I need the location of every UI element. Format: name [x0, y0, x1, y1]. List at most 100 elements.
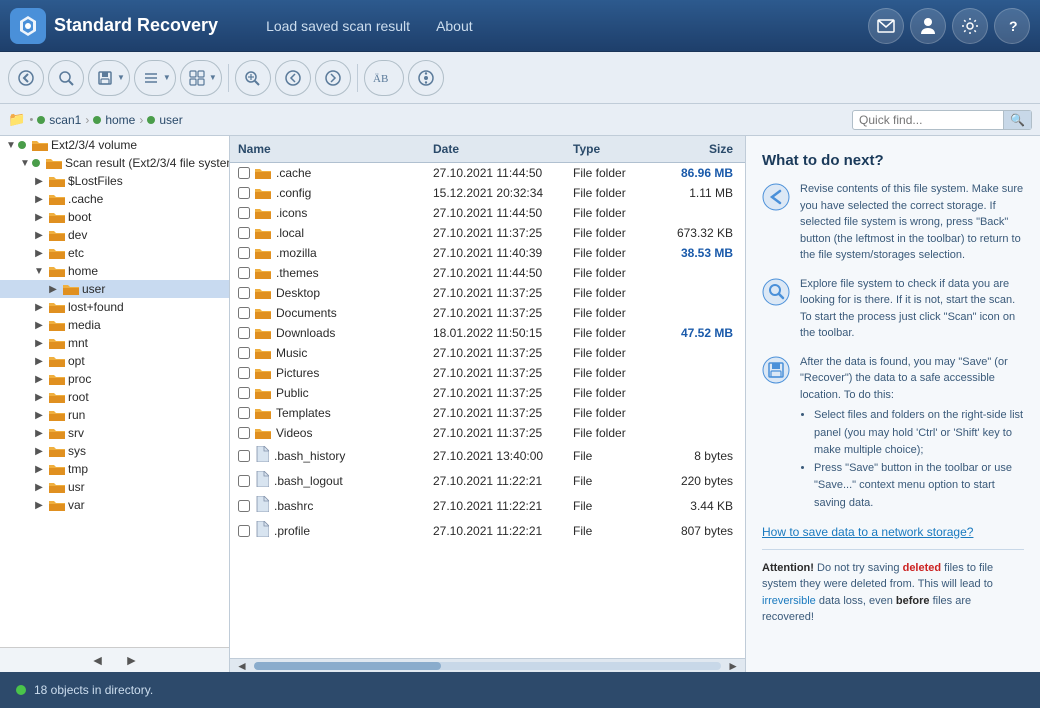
- tree-item-ext234-volume[interactable]: ▼ Ext2/3/4 volume: [0, 136, 229, 154]
- more-options-button[interactable]: [408, 60, 444, 96]
- breadcrumb-scan1[interactable]: scan1: [49, 113, 81, 127]
- file-row[interactable]: Public27.10.2021 11:37:25File folder: [230, 383, 745, 403]
- tree-item-proc[interactable]: ▶ proc: [0, 370, 229, 388]
- file-checkbox[interactable]: [238, 167, 250, 179]
- file-row[interactable]: Music27.10.2021 11:37:25File folder: [230, 343, 745, 363]
- file-checkbox[interactable]: [238, 525, 250, 537]
- network-storage-link[interactable]: How to save data to a network storage?: [762, 525, 973, 539]
- tree-expand-boot[interactable]: ▶: [32, 210, 46, 224]
- tree-item-srv[interactable]: ▶ srv: [0, 424, 229, 442]
- tree-item-home[interactable]: ▼ home: [0, 262, 229, 280]
- back-button[interactable]: [8, 60, 44, 96]
- tree-item-cache[interactable]: ▶ .cache: [0, 190, 229, 208]
- settings-button[interactable]: [952, 8, 988, 44]
- find-button[interactable]: [235, 60, 271, 96]
- nav-load-scan[interactable]: Load saved scan result: [258, 14, 418, 38]
- tree-expand-scan-result[interactable]: ▼: [18, 156, 32, 170]
- col-header-size[interactable]: Size: [655, 140, 745, 158]
- tree-expand-mnt[interactable]: ▶: [32, 336, 46, 350]
- file-row[interactable]: Desktop27.10.2021 11:37:25File folder: [230, 283, 745, 303]
- nav-about[interactable]: About: [428, 14, 481, 38]
- tree-item-media[interactable]: ▶ media: [0, 316, 229, 334]
- file-row[interactable]: .icons27.10.2021 11:44:50File folder: [230, 203, 745, 223]
- preview-button[interactable]: ▼: [180, 60, 222, 96]
- tree-item-boot[interactable]: ▶ boot: [0, 208, 229, 226]
- file-checkbox[interactable]: [238, 207, 250, 219]
- tree-item-root[interactable]: ▶ root: [0, 388, 229, 406]
- tree-item-usr[interactable]: ▶ usr: [0, 478, 229, 496]
- tree-expand-cache[interactable]: ▶: [32, 192, 46, 206]
- tree-expand-lost-files[interactable]: ▶: [32, 174, 46, 188]
- tree-expand-root[interactable]: ▶: [32, 390, 46, 404]
- tree-item-mnt[interactable]: ▶ mnt: [0, 334, 229, 352]
- file-checkbox[interactable]: [238, 450, 250, 462]
- tree-item-tmp[interactable]: ▶ tmp: [0, 460, 229, 478]
- col-header-type[interactable]: Type: [565, 140, 655, 158]
- file-checkbox[interactable]: [238, 475, 250, 487]
- file-row[interactable]: .profile27.10.2021 11:22:21File807 bytes: [230, 518, 745, 543]
- file-checkbox[interactable]: [238, 307, 250, 319]
- file-row[interactable]: .mozilla27.10.2021 11:40:39File folder38…: [230, 243, 745, 263]
- tree-item-opt[interactable]: ▶ opt: [0, 352, 229, 370]
- tree-expand-srv[interactable]: ▶: [32, 426, 46, 440]
- file-row[interactable]: .bashrc27.10.2021 11:22:21File3.44 KB: [230, 493, 745, 518]
- tree-item-user[interactable]: ▶ user: [0, 280, 229, 298]
- file-row[interactable]: Templates27.10.2021 11:37:25File folder: [230, 403, 745, 423]
- tree-expand-tmp[interactable]: ▶: [32, 462, 46, 476]
- file-row[interactable]: Videos27.10.2021 11:37:25File folder: [230, 423, 745, 443]
- account-button[interactable]: [910, 8, 946, 44]
- tree-expand-sys[interactable]: ▶: [32, 444, 46, 458]
- file-checkbox[interactable]: [238, 267, 250, 279]
- tree-expand-dev[interactable]: ▶: [32, 228, 46, 242]
- file-row[interactable]: .local27.10.2021 11:37:25File folder673.…: [230, 223, 745, 243]
- file-row[interactable]: Pictures27.10.2021 11:37:25File folder: [230, 363, 745, 383]
- tree-expand-usr[interactable]: ▶: [32, 480, 46, 494]
- file-checkbox[interactable]: [238, 327, 250, 339]
- save-button[interactable]: ▼: [88, 60, 130, 96]
- tree-item-lost-found[interactable]: ▶ lost+found: [0, 298, 229, 316]
- view-button[interactable]: ▼: [134, 60, 176, 96]
- tree-item-lost-files[interactable]: ▶ $LostFiles: [0, 172, 229, 190]
- breadcrumb-user[interactable]: user: [159, 113, 182, 127]
- tree-expand-proc[interactable]: ▶: [32, 372, 46, 386]
- file-row[interactable]: .cache27.10.2021 11:44:50File folder86.9…: [230, 163, 745, 183]
- file-checkbox[interactable]: [238, 187, 250, 199]
- tree-expand-opt[interactable]: ▶: [32, 354, 46, 368]
- file-scroll-left[interactable]: ◄: [232, 659, 252, 673]
- breadcrumb-home[interactable]: home: [105, 113, 135, 127]
- tree-item-dev[interactable]: ▶ dev: [0, 226, 229, 244]
- messages-button[interactable]: [868, 8, 904, 44]
- file-checkbox[interactable]: [238, 387, 250, 399]
- filter-button[interactable]: ÄB: [364, 60, 404, 96]
- file-checkbox[interactable]: [238, 367, 250, 379]
- tree-item-scan-result[interactable]: ▼ Scan result (Ext2/3/4 file system; 8..…: [0, 154, 229, 172]
- tree-scroll-left[interactable]: ◄: [91, 652, 105, 668]
- file-checkbox[interactable]: [238, 227, 250, 239]
- tree-expand-user[interactable]: ▶: [46, 282, 60, 296]
- tree-expand-ext234-volume[interactable]: ▼: [4, 138, 18, 152]
- file-scroll-track[interactable]: [254, 662, 721, 670]
- tree-item-var[interactable]: ▶ var: [0, 496, 229, 514]
- tree-expand-etc[interactable]: ▶: [32, 246, 46, 260]
- file-row[interactable]: Documents27.10.2021 11:37:25File folder: [230, 303, 745, 323]
- file-row[interactable]: .bash_logout27.10.2021 11:22:21File220 b…: [230, 468, 745, 493]
- col-header-date[interactable]: Date: [425, 140, 565, 158]
- scan-button[interactable]: [48, 60, 84, 96]
- prev-button[interactable]: [275, 60, 311, 96]
- tree-item-etc[interactable]: ▶ etc: [0, 244, 229, 262]
- next-button[interactable]: [315, 60, 351, 96]
- file-checkbox[interactable]: [238, 287, 250, 299]
- file-row[interactable]: .bash_history27.10.2021 13:40:00File8 by…: [230, 443, 745, 468]
- quick-find-button[interactable]: 🔍: [1003, 111, 1031, 129]
- tree-expand-lost-found[interactable]: ▶: [32, 300, 46, 314]
- file-row[interactable]: .config15.12.2021 20:32:34File folder1.1…: [230, 183, 745, 203]
- tree-item-sys[interactable]: ▶ sys: [0, 442, 229, 460]
- file-scroll-right[interactable]: ►: [723, 659, 743, 673]
- tree-expand-run[interactable]: ▶: [32, 408, 46, 422]
- file-row[interactable]: Downloads18.01.2022 11:50:15File folder4…: [230, 323, 745, 343]
- file-row[interactable]: .themes27.10.2021 11:44:50File folder: [230, 263, 745, 283]
- file-checkbox[interactable]: [238, 427, 250, 439]
- tree-expand-home[interactable]: ▼: [32, 264, 46, 278]
- col-header-name[interactable]: Name: [230, 140, 425, 158]
- tree-expand-media[interactable]: ▶: [32, 318, 46, 332]
